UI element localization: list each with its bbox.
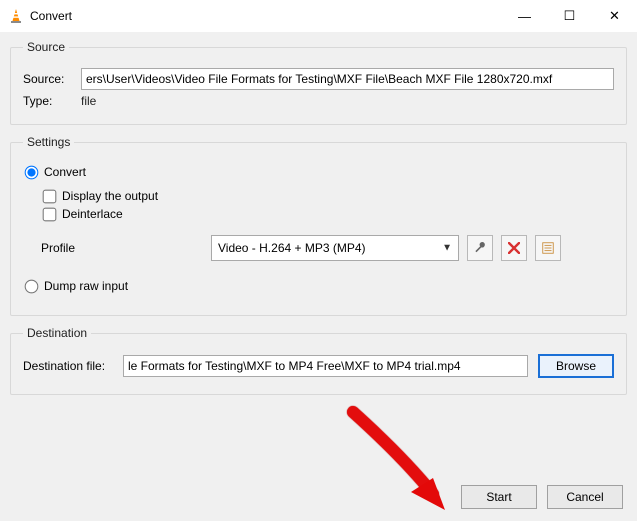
browse-button[interactable]: Browse [538,354,614,378]
profile-combobox[interactable]: Video - H.264 + MP3 (MP4) ▼ [211,235,459,261]
annotation-arrow-icon [333,402,483,532]
source-group: Source Source: ers\User\Videos\Video Fil… [10,40,627,125]
type-value: file [81,94,96,108]
destination-group: Destination Destination file: le Formats… [10,326,627,395]
profile-label: Profile [41,241,211,255]
deinterlace-checkbox[interactable]: Deinterlace [41,207,614,221]
convert-radio-input[interactable] [25,165,39,179]
destination-file-field[interactable]: le Formats for Testing\MXF to MP4 Free\M… [123,355,528,377]
deinterlace-checkbox-input[interactable] [43,207,57,221]
display-output-checkbox[interactable]: Display the output [41,189,614,203]
dump-raw-label: Dump raw input [44,279,128,293]
destination-legend: Destination [23,326,91,340]
deinterlace-label: Deinterlace [62,207,123,221]
settings-group: Settings Convert Display the output Dein… [10,135,627,316]
source-path-field[interactable]: ers\User\Videos\Video File Formats for T… [81,68,614,90]
display-output-label: Display the output [62,189,158,203]
chevron-down-icon: ▼ [442,243,452,254]
minimize-icon: — [518,9,531,24]
dialog-footer: Start Cancel [461,485,623,509]
list-icon [541,241,555,255]
edit-profile-button[interactable] [467,235,493,261]
maximize-icon: ☐ [564,8,576,24]
convert-radio[interactable]: Convert [23,165,614,179]
type-label: Type: [23,94,81,108]
titlebar: Convert — ☐ ✕ [0,0,637,32]
start-button[interactable]: Start [461,485,537,509]
settings-legend: Settings [23,135,74,149]
source-label: Source: [23,72,81,86]
profile-value: Video - H.264 + MP3 (MP4) [218,241,366,255]
convert-radio-label: Convert [44,165,86,179]
wrench-icon [473,241,487,255]
cancel-button[interactable]: Cancel [547,485,623,509]
window-title: Convert [30,9,72,23]
minimize-button[interactable]: — [502,1,547,31]
new-profile-button[interactable] [535,235,561,261]
close-button[interactable]: ✕ [592,1,637,31]
client-area: Source Source: ers\User\Videos\Video Fil… [0,32,637,521]
dump-raw-radio[interactable]: Dump raw input [23,279,614,293]
dump-raw-radio-input[interactable] [25,279,39,293]
maximize-button[interactable]: ☐ [547,1,592,31]
display-output-checkbox-input[interactable] [43,189,57,203]
x-icon [508,242,520,254]
delete-profile-button[interactable] [501,235,527,261]
source-legend: Source [23,40,69,54]
destination-label: Destination file: [23,359,123,373]
close-icon: ✕ [609,8,620,24]
vlc-cone-icon [8,8,24,24]
